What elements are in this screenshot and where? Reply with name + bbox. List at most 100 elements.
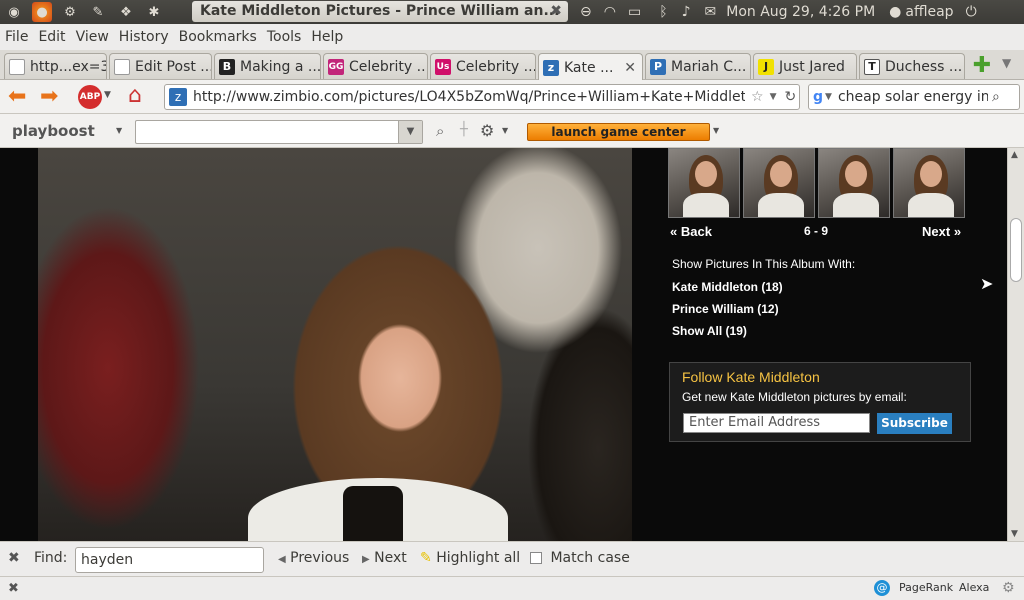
playboost-logo[interactable]: playboost [12, 122, 95, 140]
gallery-back-link[interactable]: « Back [670, 224, 712, 239]
filter-show-all[interactable]: Show All (19) [672, 324, 747, 338]
url-dropdown-icon[interactable]: ▼ [770, 92, 777, 102]
launcher-icon[interactable]: ⚙ [60, 2, 80, 22]
playboost-search-input[interactable] [135, 120, 423, 144]
gear-icon[interactable]: ⚙ [480, 121, 494, 140]
tab-8[interactable]: J Just Jared [753, 53, 857, 79]
thumbnail[interactable] [818, 148, 890, 218]
filter-prince-william[interactable]: Prince William (12) [672, 302, 779, 316]
tab-label: Making a ... [240, 58, 321, 75]
ubuntu-logo-icon[interactable]: ◉ [4, 2, 24, 22]
close-icon[interactable]: ✖ [550, 1, 562, 22]
resize-grip-icon[interactable]: ⚙ [1002, 580, 1015, 596]
adblock-icon[interactable]: ABP [78, 85, 102, 109]
site-favicon: GG [328, 58, 344, 75]
tab-list-icon[interactable]: ▼ [1002, 56, 1011, 70]
tab-1[interactable]: http...ex=3 [4, 53, 107, 79]
gear-dropdown-icon[interactable]: ▼ [502, 126, 508, 135]
site-favicon: P [650, 58, 666, 75]
vertical-scrollbar[interactable]: ▲ ▼ [1007, 148, 1024, 541]
scrollbar-thumb[interactable] [1010, 218, 1022, 282]
bluetooth-icon[interactable]: ᛒ [659, 4, 667, 20]
home-icon[interactable]: ⌂ [128, 83, 142, 108]
menu-help[interactable]: Help [306, 29, 348, 45]
site-identity-icon[interactable]: z [169, 88, 187, 106]
gallery-sidebar: « Back 6 - 9 Next » Show Pictures In Thi… [632, 148, 1007, 541]
menu-history[interactable]: History [114, 29, 174, 45]
back-arrow-icon[interactable]: ⬅ [8, 84, 26, 109]
tab-3[interactable]: B Making a ... [214, 53, 321, 79]
find-next-button[interactable]: ▶ Next [362, 550, 407, 566]
dropdown-arrow-icon[interactable]: ▼ [104, 90, 111, 100]
at-icon[interactable]: @ [874, 580, 890, 596]
volume-icon[interactable]: ♪ [682, 4, 691, 20]
thumbnail[interactable] [893, 148, 965, 218]
bookmark-star-icon[interactable]: ☆ [751, 89, 764, 105]
search-engine-dropdown-icon[interactable]: ▼ [825, 92, 832, 102]
wifi-icon[interactable]: ◠ [604, 4, 616, 20]
close-findbar-icon[interactable]: ✖ [8, 550, 20, 566]
user-name[interactable]: affleap [905, 4, 953, 20]
follow-subtitle: Get new Kate Middleton pictures by email… [682, 390, 907, 404]
find-input[interactable]: hayden [75, 547, 264, 573]
new-tab-button[interactable]: ✚ [970, 54, 994, 78]
app-icon[interactable]: ❖ [116, 2, 136, 22]
alexa-label[interactable]: Alexa [959, 581, 989, 594]
menu-tools[interactable]: Tools [262, 29, 307, 45]
close-status-icon[interactable]: ✖ [8, 581, 19, 596]
thumbnail[interactable] [743, 148, 815, 218]
tab-4[interactable]: GG Celebrity ... [323, 53, 428, 79]
settings-icon[interactable]: ✱ [144, 2, 164, 22]
search-bar[interactable]: g ▼ cheap solar energy in p ⌕ [808, 84, 1020, 110]
battery-icon[interactable]: ▭ [628, 4, 641, 20]
clock[interactable]: Mon Aug 29, 4:26 PM [726, 4, 875, 20]
reload-icon[interactable]: ↻ [784, 89, 796, 105]
tab-7[interactable]: P Mariah C... [645, 53, 751, 79]
pagerank-label[interactable]: PageRank [899, 581, 953, 594]
tab-active[interactable]: z Kate ... ✕ [538, 53, 643, 81]
search-icon[interactable]: ⌕ [436, 122, 444, 140]
email-field[interactable]: Enter Email Address [683, 413, 870, 433]
firefox-icon[interactable]: ● [32, 2, 52, 22]
next-label: Next [374, 550, 407, 566]
launch-game-center-button[interactable]: launch game center [527, 123, 710, 141]
tab-close-icon[interactable]: ✕ [624, 60, 636, 76]
minus-icon[interactable]: ⊖ [580, 4, 592, 20]
url-bar[interactable]: z http://www.zimbio.com/pictures/LO4X5bZ… [164, 84, 800, 110]
show-with-label: Show Pictures In This Album With: [672, 257, 856, 271]
menu-edit[interactable]: Edit [33, 29, 70, 45]
tab-5[interactable]: Us Celebrity ... [430, 53, 536, 79]
menu-view[interactable]: View [71, 29, 114, 45]
google-icon[interactable]: g [813, 89, 823, 105]
menu-bookmarks[interactable]: Bookmarks [174, 29, 262, 45]
menu-file[interactable]: File [0, 29, 33, 45]
launch-dropdown-icon[interactable]: ▼ [713, 126, 719, 135]
combo-dropdown-icon[interactable]: ▼ [398, 121, 422, 143]
mail-icon[interactable]: ✉ [705, 4, 717, 20]
filter-kate-middleton[interactable]: Kate Middleton (18) [672, 280, 783, 294]
tab-9[interactable]: T Duchess ... [859, 53, 965, 79]
search-input[interactable]: cheap solar energy in p [838, 89, 988, 105]
main-photo[interactable] [38, 148, 632, 541]
thumbnail[interactable] [668, 148, 740, 218]
scroll-down-icon[interactable]: ▼ [1011, 529, 1018, 539]
scroll-up-icon[interactable]: ▲ [1011, 150, 1018, 160]
site-favicon: J [758, 58, 774, 75]
status-bar: ✖ @ PageRank Alexa ⚙ [0, 576, 1024, 600]
playboost-dropdown-icon[interactable]: ▼ [116, 126, 122, 135]
find-bar: ✖ Find: hayden ◀ Previous ▶ Next ✎ Highl… [0, 541, 1024, 576]
search-icon[interactable]: ⌕ [992, 89, 1000, 105]
forward-arrow-icon[interactable]: ➡ [40, 84, 58, 109]
gallery-next-link[interactable]: Next » [922, 224, 961, 239]
checkbox-icon[interactable] [530, 552, 542, 564]
subscribe-button[interactable]: Subscribe [877, 413, 952, 434]
url-text[interactable]: http://www.zimbio.com/pictures/LO4X5bZom… [193, 89, 745, 105]
match-case-checkbox[interactable]: Match case [530, 550, 630, 566]
photo-shirt-collar [343, 486, 403, 541]
power-icon[interactable]: ⏻ [966, 4, 977, 20]
editor-icon[interactable]: ✎ [88, 2, 108, 22]
highlight-all-button[interactable]: ✎ Highlight all [420, 550, 520, 566]
find-previous-button[interactable]: ◀ Previous [278, 550, 349, 566]
site-favicon: Us [435, 58, 451, 75]
tab-2[interactable]: Edit Post ... [109, 53, 212, 79]
